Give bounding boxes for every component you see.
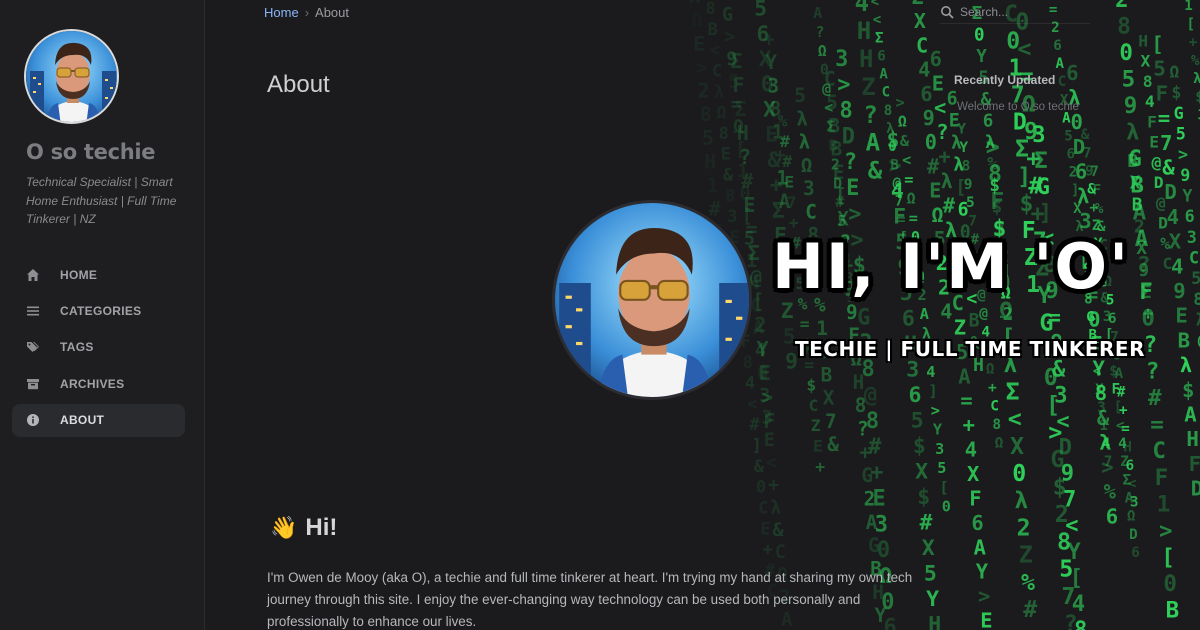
- sidebar-item-label: ABOUT: [60, 413, 105, 428]
- search-input[interactable]: [960, 4, 1080, 19]
- tags-icon: [26, 340, 40, 354]
- page-title: About: [267, 71, 330, 98]
- sidebar-item-about[interactable]: ABOUT: [12, 403, 185, 437]
- sidebar-item-label: ARCHIVES: [60, 376, 125, 391]
- recently-updated-link[interactable]: Welcome to O so techie: [957, 101, 1079, 113]
- site-subtitle: Technical Specialist | Smart Home Enthus…: [26, 175, 177, 226]
- archive-icon: [26, 377, 40, 391]
- sidebar-item-home[interactable]: HOME: [12, 258, 185, 291]
- sidebar-item-label: CATEGORIES: [60, 303, 142, 318]
- sidebar: O so techie Technical Specialist | Smart…: [0, 0, 205, 630]
- home-icon: [26, 268, 40, 282]
- banner-headline: HI, I'M 'O': [772, 230, 1131, 303]
- sidebar-item-label: HOME: [60, 267, 98, 282]
- content-heading: 👋 Hi!: [270, 514, 337, 542]
- sidebar-item-categories[interactable]: CATEGORIES: [12, 294, 185, 327]
- breadcrumb: Home › About: [264, 5, 349, 20]
- waving-hand-icon: 👋: [270, 515, 298, 540]
- avatar[interactable]: [24, 29, 119, 124]
- sidebar-item-tags[interactable]: TAGS: [12, 331, 185, 364]
- banner-tagline: TECHIE | FULL TIME TINKERER: [795, 337, 1145, 361]
- breadcrumb-current: About: [315, 5, 350, 20]
- sidebar-item-label: TAGS: [60, 340, 94, 355]
- breadcrumb-separator: ›: [304, 5, 310, 20]
- content-heading-text: Hi!: [305, 514, 338, 541]
- search-icon[interactable]: [940, 5, 954, 19]
- sidebar-item-archives[interactable]: ARCHIVES: [12, 367, 185, 400]
- hero-avatar: [552, 200, 752, 400]
- intro-paragraph: I'm Owen de Mooy (aka O), a techie and f…: [267, 570, 913, 629]
- breadcrumb-home-link[interactable]: Home: [264, 5, 299, 20]
- search-bar[interactable]: [940, 0, 1090, 24]
- recently-updated-heading: Recently Updated: [954, 73, 1056, 87]
- sidebar-nav: HOME CATEGORIES TAGS ARCHIVES ABOUT: [12, 258, 185, 440]
- main-content: XΩE>285H1#F6Y8B<CλΩ8E&83E&BH]F84<#]&0CE+…: [205, 0, 1200, 630]
- site-title[interactable]: O so techie: [26, 140, 156, 164]
- list-icon: [26, 304, 40, 318]
- about-banner: XΩE>285H1#F6Y8B<CλΩ8E&83E&BH]F84<#]&0CE+…: [465, 0, 1200, 630]
- info-icon: [26, 413, 40, 427]
